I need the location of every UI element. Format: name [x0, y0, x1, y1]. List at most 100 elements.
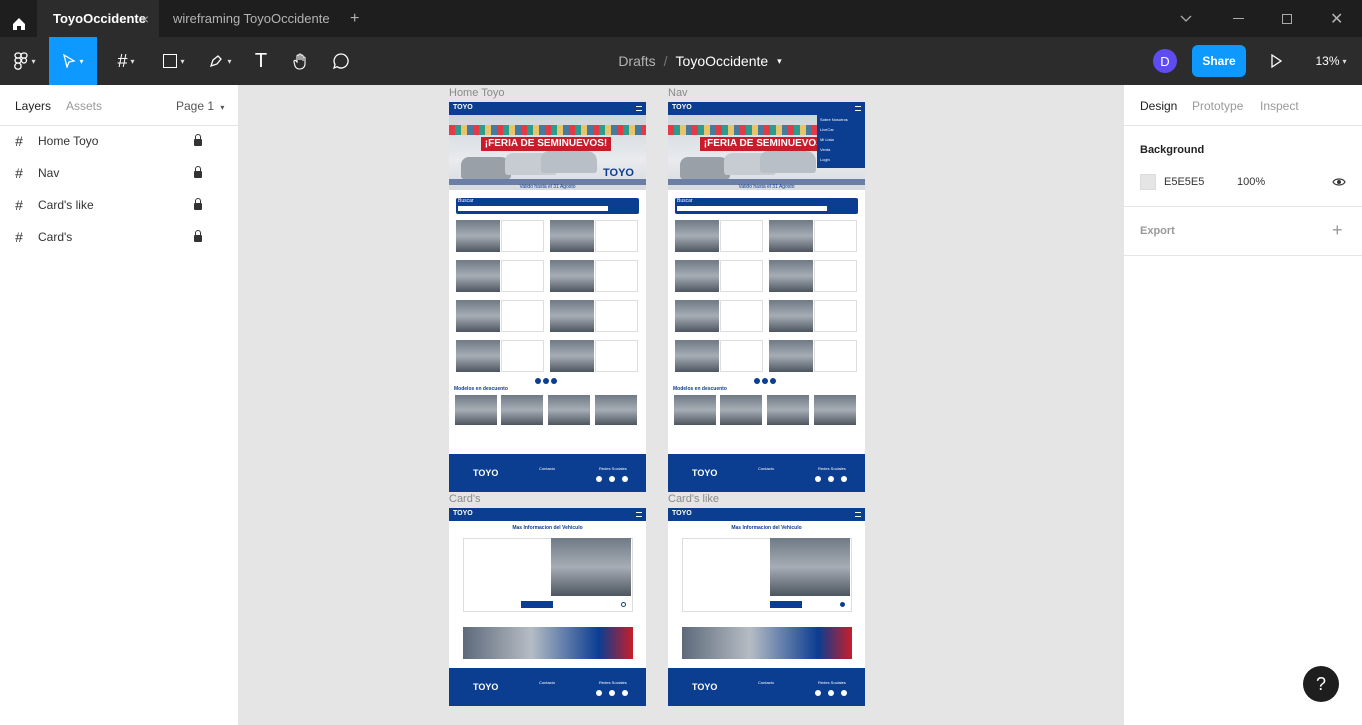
listing-card[interactable]	[501, 220, 544, 252]
heart-icon[interactable]	[621, 602, 626, 607]
tab-layers[interactable]: Layers	[15, 99, 51, 113]
minimize-icon[interactable]	[1233, 0, 1247, 37]
facebook-icon[interactable]	[815, 690, 821, 696]
footer-social: Redes Sociales	[599, 466, 627, 471]
frame-home-toyo[interactable]: TOYO ¡FERIA DE SEMINUEVOS! TOYO Valido h…	[449, 102, 646, 492]
search-bar[interactable]: Buscar	[456, 198, 639, 214]
whatsapp-icon[interactable]	[622, 476, 628, 482]
frame-cards-like[interactable]: TOYO Mas Informacion del Vehiculo TOYO C…	[668, 508, 865, 706]
frame-nav[interactable]: TOYO ¡FERIA DE SEMINUEVOS! Valido hasta …	[668, 102, 865, 492]
contact-button[interactable]	[521, 601, 553, 608]
frame-label-nav[interactable]: Nav	[668, 87, 688, 99]
pagination-dot[interactable]	[535, 378, 541, 384]
background-opacity[interactable]: 100%	[1237, 176, 1265, 188]
whatsapp-icon[interactable]	[841, 690, 847, 696]
main-menu-button[interactable]: ▾	[6, 37, 44, 85]
eye-icon[interactable]	[1332, 175, 1346, 193]
layer-nav[interactable]: # Nav	[0, 157, 238, 189]
pagination-dot[interactable]	[762, 378, 768, 384]
help-button[interactable]: ?	[1303, 666, 1339, 702]
chevron-down-icon[interactable]: ▾	[777, 56, 782, 67]
share-button[interactable]: Share	[1192, 45, 1246, 77]
instagram-icon[interactable]	[609, 476, 615, 482]
restore-icon[interactable]	[1282, 0, 1296, 37]
nav-item[interactable]: Sobre Nosotros	[820, 117, 848, 122]
tab-assets[interactable]: Assets	[66, 99, 102, 113]
listing-card[interactable]	[814, 260, 857, 292]
pagination-dot[interactable]	[770, 378, 776, 384]
shape-tool-button[interactable]: ▾	[154, 37, 194, 85]
lock-icon[interactable]	[194, 134, 202, 146]
text-tool-button[interactable]: T	[250, 37, 272, 85]
listing-card[interactable]	[595, 220, 638, 252]
page-selector[interactable]: Page 1 ▾	[176, 99, 224, 113]
nav-item[interactable]: Mi Lista	[820, 137, 834, 142]
comment-tool-button[interactable]	[329, 37, 353, 85]
search-input[interactable]	[458, 206, 608, 211]
instagram-icon[interactable]	[828, 476, 834, 482]
frame-label-cards-like[interactable]: Card's like	[668, 493, 719, 505]
avatar[interactable]: D	[1153, 37, 1177, 85]
tab-toyooccidente[interactable]: ToyoOccidente ×	[37, 0, 159, 37]
chevron-down-icon[interactable]	[1180, 0, 1196, 37]
pen-tool-button[interactable]: ▾	[200, 37, 240, 85]
listing-card[interactable]	[720, 220, 763, 252]
close-icon[interactable]: ×	[141, 11, 149, 27]
layer-home-toyo[interactable]: # Home Toyo	[0, 125, 238, 157]
listing-card[interactable]	[501, 300, 544, 332]
frame-tool-button[interactable]: # ▾	[106, 37, 146, 85]
frame-label-home[interactable]: Home Toyo	[449, 87, 504, 99]
lock-icon[interactable]	[194, 198, 202, 210]
contact-button[interactable]	[770, 601, 802, 608]
pagination-dot[interactable]	[551, 378, 557, 384]
facebook-icon[interactable]	[815, 476, 821, 482]
window-close-icon[interactable]: ✕	[1330, 0, 1344, 37]
frame-label-cards[interactable]: Card's	[449, 493, 480, 505]
zoom-dropdown[interactable]: 13% ▾	[1308, 37, 1354, 85]
heart-filled-icon[interactable]	[840, 602, 845, 607]
whatsapp-icon[interactable]	[841, 476, 847, 482]
listing-card[interactable]	[595, 300, 638, 332]
lock-icon[interactable]	[194, 230, 202, 242]
new-tab-icon[interactable]: +	[350, 0, 366, 37]
listing-card[interactable]	[814, 340, 857, 372]
tab-inspect[interactable]: Inspect	[1260, 99, 1299, 113]
hand-tool-button[interactable]	[289, 37, 313, 85]
layer-cards[interactable]: # Card's	[0, 221, 238, 253]
listing-card[interactable]	[720, 260, 763, 292]
pagination-dot[interactable]	[543, 378, 549, 384]
layer-cards-like[interactable]: # Card's like	[0, 189, 238, 221]
listing-card[interactable]	[501, 340, 544, 372]
search-bar[interactable]: Buscar	[675, 198, 858, 214]
background-hex[interactable]: E5E5E5	[1164, 176, 1204, 188]
tab-design[interactable]: Design	[1140, 99, 1177, 113]
search-input[interactable]	[677, 206, 827, 211]
whatsapp-icon[interactable]	[622, 690, 628, 696]
file-name[interactable]: ToyoOccidente	[676, 53, 769, 69]
present-button[interactable]	[1266, 37, 1286, 85]
listing-card[interactable]	[720, 340, 763, 372]
instagram-icon[interactable]	[609, 690, 615, 696]
listing-card[interactable]	[720, 300, 763, 332]
add-export-icon[interactable]: +	[1332, 220, 1343, 241]
listing-card[interactable]	[595, 260, 638, 292]
car-image	[675, 260, 719, 292]
lock-icon[interactable]	[194, 166, 202, 178]
nav-item[interactable]: LiveCar	[820, 127, 834, 132]
nav-item[interactable]: Login	[820, 157, 830, 162]
instagram-icon[interactable]	[828, 690, 834, 696]
facebook-icon[interactable]	[596, 690, 602, 696]
pagination-dot[interactable]	[754, 378, 760, 384]
move-tool-button[interactable]: ▾	[49, 37, 97, 85]
nav-item[interactable]: Venta	[820, 147, 830, 152]
tab-wireframing[interactable]: wireframing ToyoOccidente	[159, 0, 345, 37]
breadcrumb-drafts[interactable]: Drafts	[618, 53, 655, 69]
listing-card[interactable]	[814, 300, 857, 332]
listing-card[interactable]	[814, 220, 857, 252]
listing-card[interactable]	[595, 340, 638, 372]
tab-prototype[interactable]: Prototype	[1192, 99, 1243, 113]
listing-card[interactable]	[501, 260, 544, 292]
background-swatch[interactable]	[1140, 174, 1156, 190]
facebook-icon[interactable]	[596, 476, 602, 482]
frame-cards[interactable]: TOYO Mas Informacion del Vehiculo TOYO C…	[449, 508, 646, 706]
